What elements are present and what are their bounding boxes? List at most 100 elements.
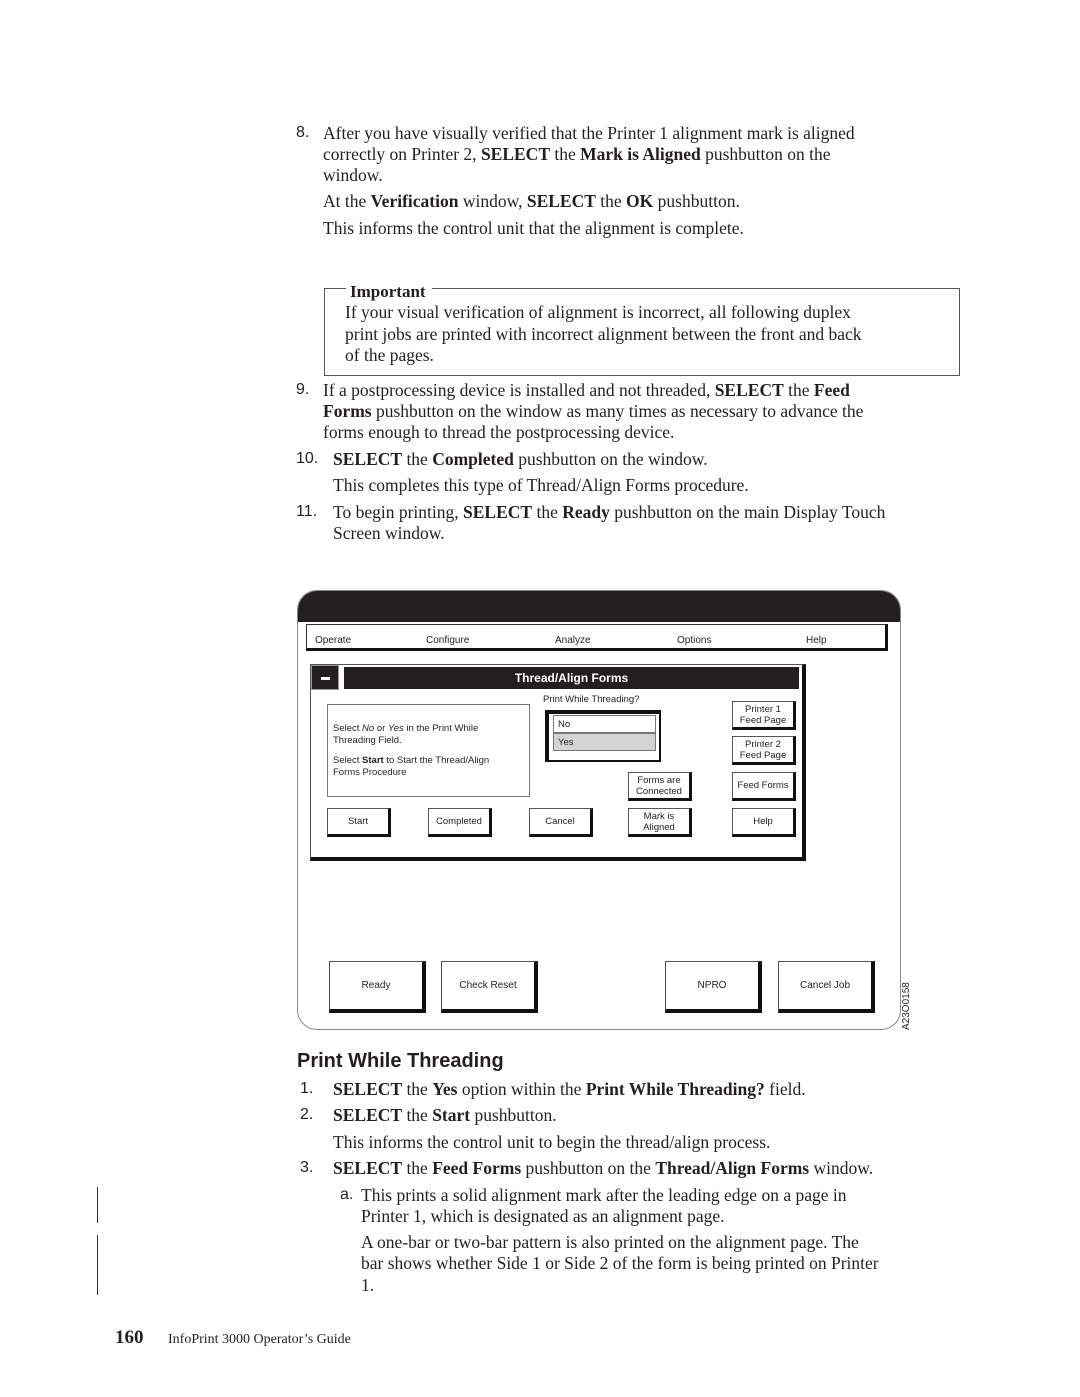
text: pushbutton on the main Display Touch [609, 502, 886, 522]
text: window, [458, 191, 527, 211]
menu-operate[interactable]: Operate [315, 635, 351, 646]
bold-text: SELECT [333, 449, 403, 469]
italic-text: No [362, 723, 375, 734]
text: Aligned [643, 821, 675, 833]
step-number: 8. [296, 124, 310, 141]
text: Feed Page [739, 714, 787, 726]
step-10-line-1: SELECT the Completed pushbutton on the w… [333, 449, 708, 470]
forms-are-connected-button[interactable]: Forms are Connected [628, 772, 692, 801]
start-button[interactable]: Start [327, 808, 391, 837]
bold-text: Feed Forms [432, 1158, 522, 1178]
instruction-line-4: Forms Procedure [333, 767, 407, 778]
text: the [532, 502, 563, 522]
step-8-line-3: window. [323, 165, 383, 185]
step-11-line-1: To begin printing, SELECT the Ready push… [333, 502, 885, 523]
step-8-line-2: correctly on Printer 2, SELECT the Mark … [323, 144, 831, 165]
printer-2-feed-page-button[interactable]: Printer 2 Feed Page [732, 736, 796, 765]
bold-text: SELECT [333, 1079, 403, 1099]
important-line-2: print jobs are printed with incorrect al… [345, 324, 862, 344]
minimize-button[interactable] [311, 665, 339, 690]
screen-title-bar [298, 591, 900, 622]
step-8-para-3: This informs the control unit that the a… [323, 218, 744, 238]
bold-text: Start [362, 755, 384, 766]
label: Printer 1 Feed Page [740, 704, 786, 726]
text: Mark is [643, 810, 675, 822]
label: Forms are Connected [636, 775, 682, 797]
text: in the Print While [403, 723, 479, 734]
bold-text: Print While Threading? [585, 1079, 765, 1099]
text: the [595, 191, 627, 211]
menu-configure[interactable]: Configure [426, 635, 469, 646]
bold-text: SELECT [333, 1105, 403, 1125]
important-line-1: If your visual verification of alignment… [345, 302, 851, 322]
instruction-line-3: Select Start to Start the Thread/Align [333, 755, 489, 767]
menu-analyze[interactable]: Analyze [555, 635, 591, 646]
instructions-box: Select No or Yes in the Print While Thre… [327, 704, 530, 797]
substep-a-line-1: This prints a solid alignment mark after… [361, 1185, 847, 1205]
text: pushbutton. [653, 191, 740, 211]
dialog-title: Thread/Align Forms [344, 667, 799, 689]
text: the [550, 144, 581, 164]
npro-button[interactable]: NPRO [665, 961, 762, 1013]
bold-text: Thread/Align Forms [655, 1158, 810, 1178]
check-reset-button[interactable]: Check Reset [441, 961, 538, 1013]
text: or [374, 723, 388, 734]
step-9-line-1: If a postprocessing device is installed … [323, 380, 850, 401]
text: Printer 2 [745, 738, 781, 750]
instruction-line-1: Select No or Yes in the Print While [333, 723, 478, 735]
text: Connected [636, 785, 682, 797]
bold-text: OK [626, 191, 654, 211]
text: Select [333, 755, 363, 766]
bold-text: SELECT [463, 502, 533, 522]
ready-button[interactable]: Ready [329, 961, 426, 1013]
cancel-job-button[interactable]: Cancel Job [778, 961, 875, 1013]
step-8-line-1: After you have visually verified that th… [323, 123, 855, 143]
mark-is-aligned-button[interactable]: Mark is Aligned [628, 808, 692, 837]
text: Printer 1 [745, 703, 781, 715]
step-number: 9. [296, 381, 310, 398]
step-number: 3. [300, 1159, 314, 1176]
text: Select [333, 723, 363, 734]
text: the [402, 1158, 433, 1178]
minus-icon [321, 677, 330, 680]
section-step-2: SELECT the Start pushbutton. [333, 1105, 557, 1126]
bold-text: Feed [813, 380, 850, 400]
printer-1-feed-page-button[interactable]: Printer 1 Feed Page [732, 701, 796, 730]
text: to Start the Thread/Align [383, 755, 490, 766]
bold-text: SELECT [714, 380, 784, 400]
bold-text: SELECT [333, 1158, 403, 1178]
section-title: Print While Threading [297, 1050, 504, 1072]
bold-text: Verification [370, 191, 459, 211]
substep-a-para-line-2: bar shows whether Side 1 or Side 2 of th… [361, 1253, 879, 1273]
text: the [402, 1105, 433, 1125]
print-while-threading-label: Print While Threading? [543, 694, 640, 705]
text: window. [809, 1158, 874, 1178]
label: Mark is Aligned [643, 811, 675, 833]
substep-a-line-2: Printer 1, which is designated as an ali… [361, 1206, 725, 1226]
feed-forms-button[interactable]: Feed Forms [732, 772, 796, 801]
text: At the [323, 191, 371, 211]
cancel-button[interactable]: Cancel [529, 808, 593, 837]
option-yes-selected[interactable]: Yes [553, 733, 656, 751]
bold-text: Mark is Aligned [580, 144, 701, 164]
figure-id: A23O0158 [901, 982, 912, 1030]
italic-text: Yes [387, 723, 404, 734]
print-while-threading-field: No Yes [545, 710, 661, 762]
step-number: 11. [296, 503, 318, 520]
text: To begin printing, [333, 502, 464, 522]
section-step-3: SELECT the Feed Forms pushbutton on the … [333, 1158, 873, 1179]
help-button[interactable]: Help [732, 808, 796, 837]
option-no[interactable]: No [553, 715, 656, 733]
menu-help[interactable]: Help [806, 635, 827, 646]
revision-bar [97, 1235, 98, 1295]
revision-bar [97, 1187, 98, 1223]
text: pushbutton on the window as many times a… [371, 401, 864, 421]
step-number: 1. [300, 1080, 314, 1097]
completed-button[interactable]: Completed [428, 808, 492, 837]
label: Printer 2 Feed Page [740, 739, 786, 761]
important-label: Important [346, 282, 432, 302]
step-9-line-2: Forms pushbutton on the window as many t… [323, 401, 863, 422]
text: pushbutton. [470, 1105, 557, 1125]
menu-options[interactable]: Options [677, 635, 711, 646]
text: Forms are [637, 774, 681, 786]
